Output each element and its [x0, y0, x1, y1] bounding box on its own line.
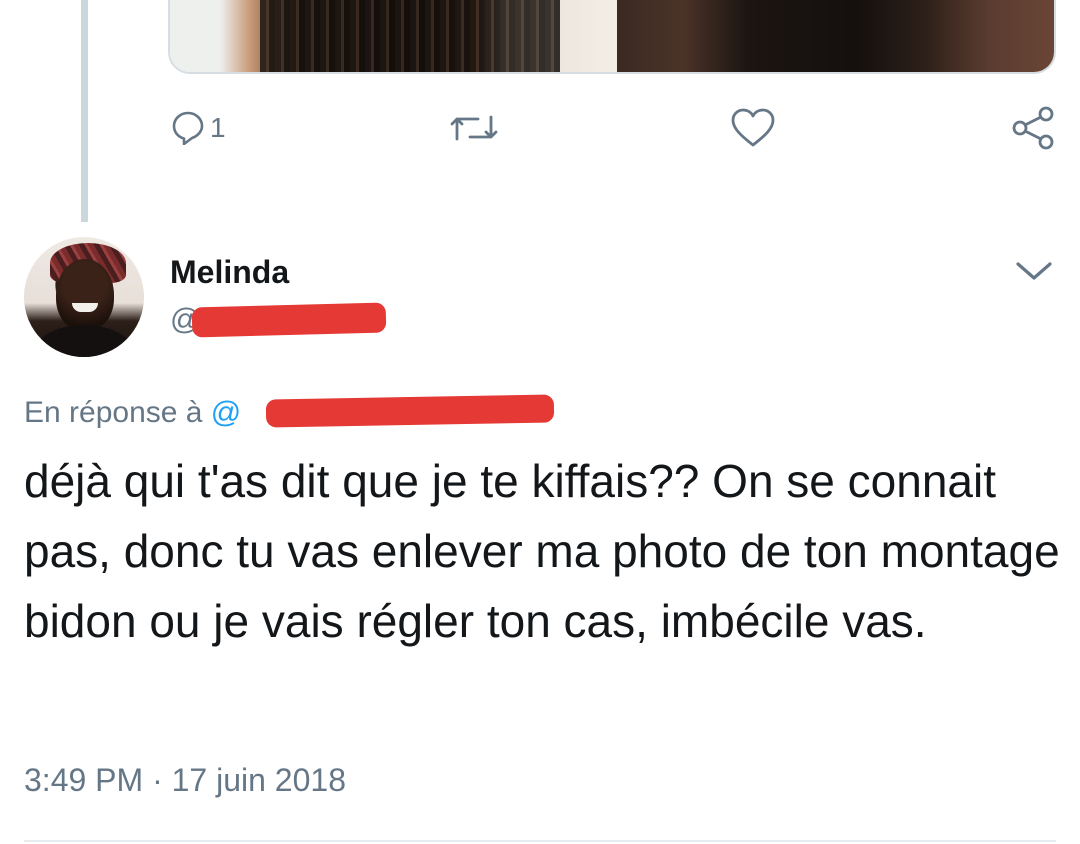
- reply-icon: [172, 111, 204, 145]
- mention-redaction: [265, 394, 555, 428]
- media-image-left-hair: [260, 0, 560, 72]
- in-reply-mention[interactable]: @: [211, 396, 241, 429]
- in-reply-to: En réponse à @: [24, 396, 241, 430]
- handle-redaction: [191, 302, 387, 338]
- divider: [24, 840, 1056, 842]
- reply-button[interactable]: 1: [172, 100, 226, 156]
- like-button[interactable]: [730, 100, 776, 156]
- avatar-face: [56, 259, 114, 331]
- tweet-text: déjà qui t'as dit que je te kiffais?? On…: [24, 455, 1060, 647]
- share-button[interactable]: [1010, 100, 1056, 156]
- tweet-menu-button[interactable]: [1012, 254, 1056, 290]
- reply-count: 1: [210, 112, 226, 143]
- like-icon: [731, 108, 775, 147]
- chevron-down-icon: [1016, 262, 1052, 280]
- tweet-media[interactable]: [168, 0, 1056, 74]
- tweet-timestamp[interactable]: 3:49 PM · 17 juin 2018: [24, 762, 346, 799]
- share-icon: [1012, 106, 1054, 150]
- display-name[interactable]: Melinda: [170, 254, 289, 291]
- media-image-right[interactable]: [617, 0, 1054, 72]
- retweet-icon: [450, 115, 498, 141]
- media-image-left[interactable]: [170, 0, 617, 72]
- in-reply-prefix: En réponse à: [24, 396, 211, 429]
- avatar[interactable]: [24, 237, 144, 357]
- tweet-actions: 1: [0, 100, 1080, 156]
- avatar-body: [36, 325, 132, 357]
- retweet-button[interactable]: [448, 100, 500, 156]
